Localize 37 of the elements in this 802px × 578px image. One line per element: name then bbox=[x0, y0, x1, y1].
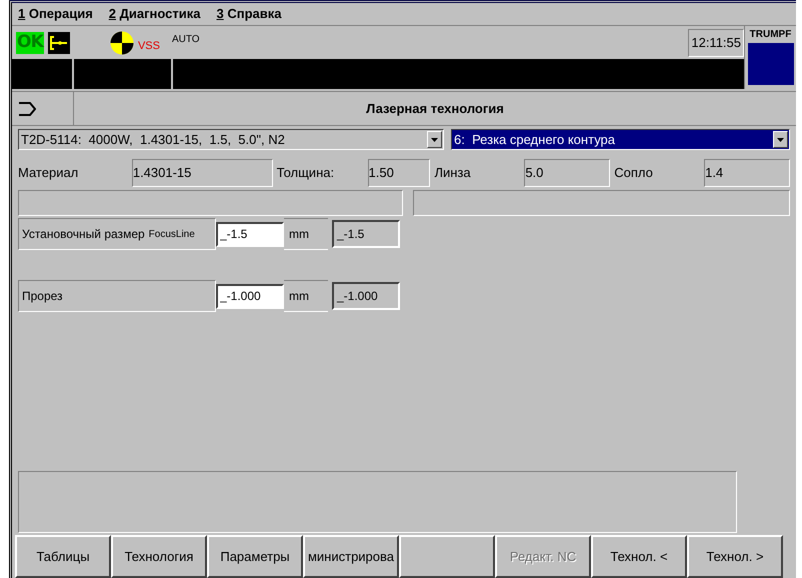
unit-label: mm bbox=[284, 280, 328, 312]
technology-dropdown[interactable]: T2D-5114: 4000W, 1.4301-15, 1.5, 5.0", N2 bbox=[18, 129, 444, 150]
page-title: Лазерная технология bbox=[365, 100, 505, 118]
readonly-field: 1.50 bbox=[368, 159, 430, 187]
softkey[interactable]: Технол. < bbox=[591, 535, 687, 578]
clock: 12:11:55 bbox=[688, 28, 744, 56]
actual-value: _-1.5 bbox=[332, 220, 400, 248]
softkey[interactable]: Технология bbox=[111, 535, 207, 578]
readonly-field: 1.4 bbox=[704, 159, 790, 187]
softkey[interactable]: Параметры bbox=[207, 535, 303, 578]
cut-mode-dropdown[interactable]: 6: Резка среднего контура bbox=[451, 129, 790, 150]
connector-icon bbox=[48, 32, 70, 54]
value-input[interactable]: _-1.5 bbox=[216, 222, 284, 246]
field-label: Линза bbox=[434, 164, 472, 182]
parameter-label: Установочный размер FocusLine bbox=[18, 218, 216, 250]
field-label: Толщина: bbox=[276, 164, 336, 182]
target-icon bbox=[110, 30, 134, 54]
vss-label: VSS bbox=[138, 39, 160, 54]
softkey[interactable]: Технол. > bbox=[687, 535, 783, 578]
field-label: Сопло bbox=[614, 164, 654, 182]
logo-block bbox=[748, 43, 794, 85]
actual-value: _-1.000 bbox=[332, 282, 400, 310]
readonly-field: 1.4301-15 bbox=[132, 159, 273, 187]
readonly-field: 5.0 bbox=[524, 159, 610, 187]
ok-indicator: OK bbox=[16, 32, 44, 54]
brand-label: TRUMPF bbox=[750, 29, 792, 41]
menu-item[interactable]: 2 Диагностика bbox=[108, 4, 200, 24]
value-input[interactable]: _-1.000 bbox=[216, 284, 284, 308]
field-label: Материал bbox=[18, 164, 80, 182]
softkey[interactable]: Таблицы bbox=[15, 535, 111, 578]
parameter-label: Прорез bbox=[18, 280, 216, 312]
unit-label: mm bbox=[284, 218, 328, 250]
blank-softkey[interactable] bbox=[399, 535, 495, 578]
menu-item[interactable]: 1 Операция bbox=[18, 4, 93, 24]
menu-item[interactable]: 3 Справка bbox=[216, 4, 282, 24]
mode-label: AUTO bbox=[172, 33, 200, 47]
softkey[interactable]: министрирова bbox=[303, 535, 399, 578]
